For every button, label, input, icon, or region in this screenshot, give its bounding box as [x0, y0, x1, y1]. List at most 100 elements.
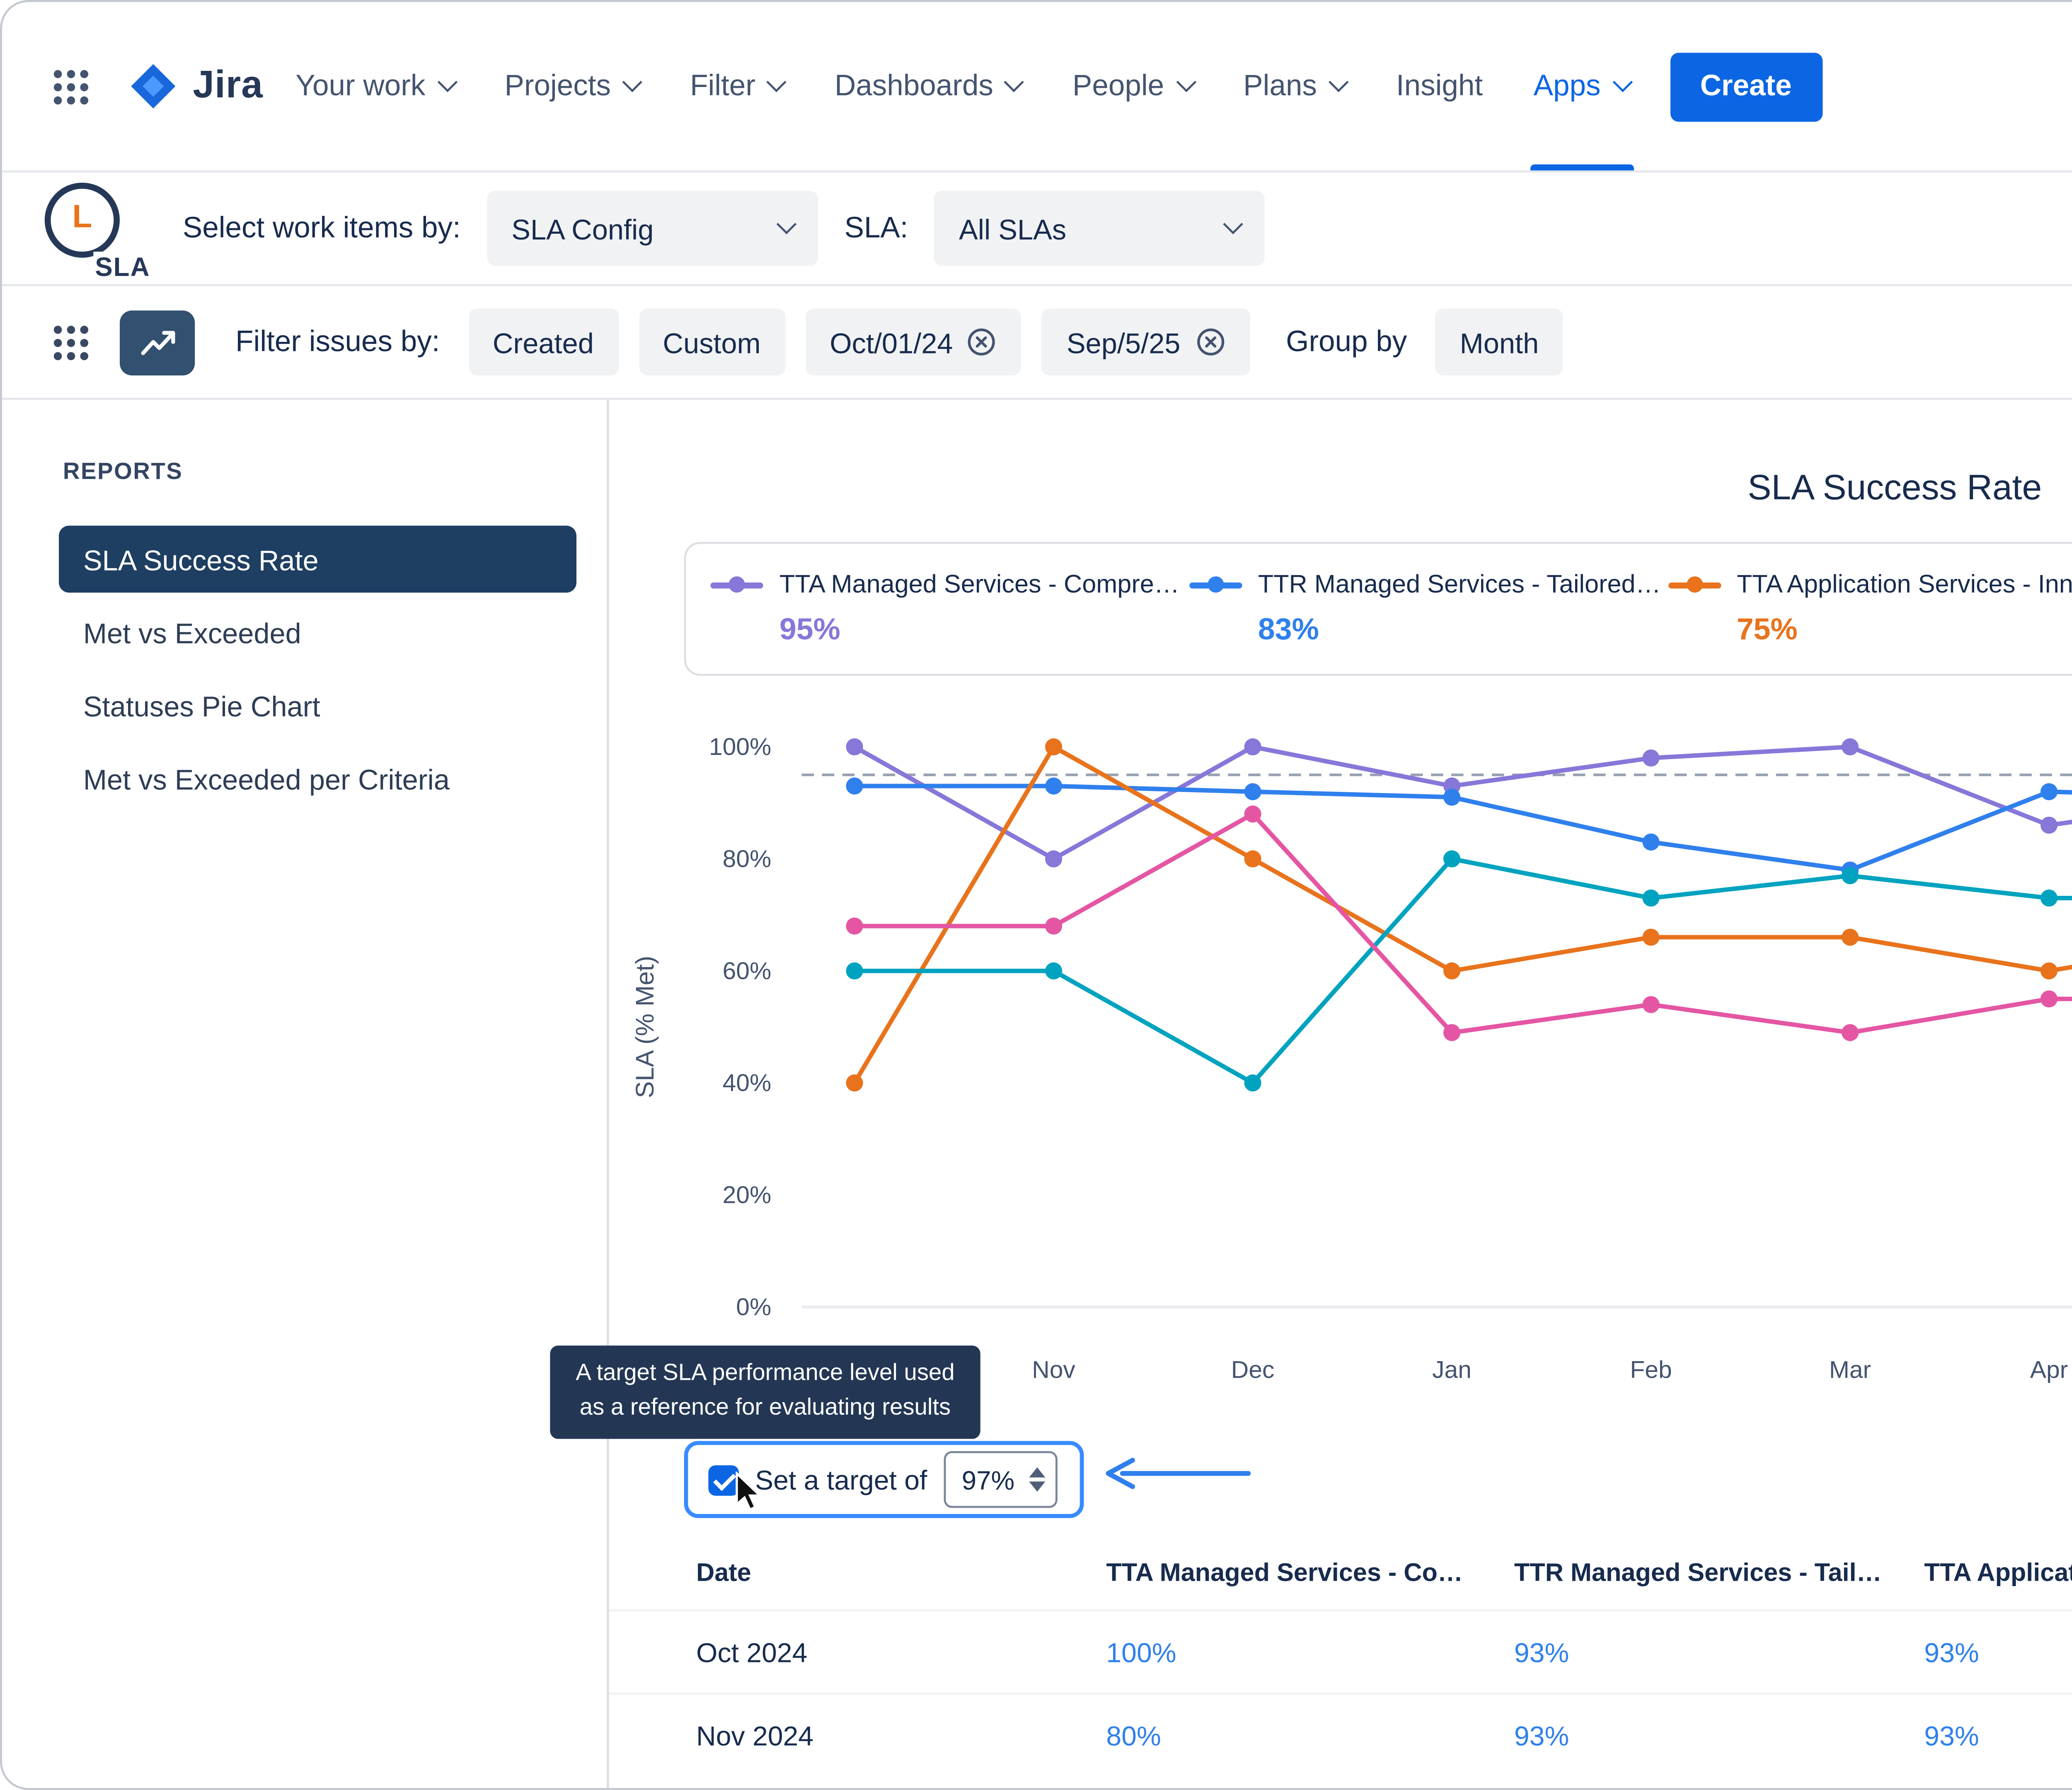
nav-item-apps[interactable]: Apps: [1534, 2, 1629, 171]
table-row: Nov 2024 80% 93% 93% 100% 60%: [609, 1693, 2072, 1776]
nav-item-plans[interactable]: Plans: [1243, 2, 1345, 171]
svg-text:80%: 80%: [723, 845, 772, 872]
svg-text:Jan: Jan: [1432, 1357, 1472, 1384]
sla-success-rate-chart: 0%20%40%60%80%100%97%OctNovDecJanFebMarA…: [609, 706, 2072, 1407]
svg-text:Apr: Apr: [2030, 1357, 2068, 1384]
target-tooltip: A target SLA performance level used as a…: [550, 1345, 980, 1439]
app-window: Jira Your work Projects Filter Dashboard…: [0, 0, 2072, 1790]
spinner-up-icon[interactable]: [1029, 1467, 1045, 1477]
work-items-dropdown-value: SLA Config: [511, 212, 654, 244]
create-button[interactable]: Create: [1670, 52, 1822, 121]
reports-heading: REPORTS: [63, 461, 607, 485]
target-checkbox[interactable]: [708, 1464, 738, 1495]
filter-bar: Filter issues by: Created Custom Oct/01/…: [2, 286, 2072, 400]
custom-filter-chip[interactable]: Custom: [639, 308, 785, 375]
table-header-row: Date TTA Managed Services - Compr… TTR M…: [609, 1536, 2072, 1609]
legend-marker: [1668, 581, 1720, 588]
sla-app-logo: L SLA: [43, 176, 156, 281]
table-cell-date: Oct 2024: [696, 1637, 1106, 1667]
chart-legend: TTA Managed Services - Compreh… 95% TTR …: [684, 542, 2072, 676]
table-header: TTA Application Services - Inno…: [1924, 1559, 2072, 1587]
nav-item-projects[interactable]: Projects: [504, 2, 639, 171]
sidebar-item-sla-success-rate[interactable]: SLA Success Rate: [59, 526, 576, 593]
chevron-down-icon: [1612, 72, 1632, 92]
nav-item-dashboards[interactable]: Dashboards: [835, 2, 1022, 171]
trend-chart-icon: [139, 328, 176, 356]
remove-filter-icon[interactable]: [967, 327, 997, 357]
filter-issues-label: Filter issues by:: [235, 326, 440, 358]
date-from-chip[interactable]: Oct/01/24: [805, 308, 1022, 375]
svg-text:20%: 20%: [723, 1182, 772, 1209]
nav-item-insight[interactable]: Insight: [1396, 2, 1483, 171]
chevron-down-icon: [777, 214, 796, 234]
svg-text:SLA (% Met): SLA (% Met): [631, 956, 659, 1098]
remove-filter-icon[interactable]: [1195, 327, 1225, 357]
target-label: Set a target of: [755, 1464, 927, 1495]
group-by-label: Group by: [1286, 326, 1407, 358]
sla-dropdown[interactable]: All SLAs: [934, 191, 1265, 266]
nav-item-your-work[interactable]: Your work: [295, 2, 454, 171]
table-row: Oct 2024 100% 93% 93% 40% 60%: [609, 1609, 2072, 1693]
spinner-controls: [1029, 1467, 1045, 1492]
table-cell-date: Nov 2024: [696, 1720, 1106, 1750]
select-work-items-label: Select work items by:: [183, 212, 461, 244]
chart-view-button[interactable]: [120, 310, 195, 375]
sla-table: Date TTA Managed Services - Compr… TTR M…: [609, 1536, 2072, 1776]
jira-logo[interactable]: Jira: [128, 61, 263, 111]
chevron-down-icon: [1175, 72, 1195, 92]
group-by-month-chip[interactable]: Month: [1435, 308, 1563, 375]
svg-text:Feb: Feb: [1630, 1357, 1672, 1384]
sidebar-item-met-vs-exceeded[interactable]: Met vs Exceeded: [59, 599, 576, 666]
svg-text:Mar: Mar: [1829, 1357, 1871, 1384]
table-cell-value[interactable]: 100%: [1106, 1637, 1514, 1667]
svg-text:60%: 60%: [723, 958, 772, 984]
content-area: REPORTS SLA Success Rate Met vs Exceeded…: [2, 400, 2072, 1790]
table-cell-value[interactable]: 93%: [1514, 1637, 1924, 1667]
svg-text:0%: 0%: [736, 1294, 771, 1321]
work-items-dropdown[interactable]: SLA Config: [487, 191, 818, 266]
legend-marker: [1189, 581, 1242, 588]
table-header: TTA Managed Services - Compr…: [1106, 1559, 1514, 1587]
chevron-down-icon: [1005, 72, 1024, 92]
legend-value: 75%: [1737, 613, 2072, 647]
reports-sidebar: REPORTS SLA Success Rate Met vs Exceeded…: [2, 400, 609, 1790]
sidebar-item-met-vs-exceeded-per-criteria[interactable]: Met vs Exceeded per Criteria: [59, 745, 576, 812]
sla-logo-clock-icon: L: [45, 181, 120, 256]
legend-item[interactable]: TTA Application Services - Innova… 75%: [1668, 570, 2072, 647]
jira-logo-text: Jira: [193, 64, 263, 109]
nav-item-filter[interactable]: Filter: [690, 2, 784, 171]
table-header: TTR Managed Services - Tailore…: [1514, 1559, 1924, 1587]
table-header: Date: [696, 1559, 1106, 1587]
sla-logo-text: SLA: [93, 251, 152, 281]
legend-item[interactable]: TTR Managed Services - Tailored I… 83%: [1189, 570, 1668, 647]
grid-view-button[interactable]: [43, 314, 99, 370]
mouse-cursor: [735, 1471, 769, 1516]
scale-wrapper: Jira Your work Projects Filter Dashboard…: [0, 0, 2072, 1790]
svg-text:Nov: Nov: [1032, 1357, 1075, 1384]
app-grid-icon: [51, 66, 91, 106]
date-to-chip[interactable]: Sep/5/25: [1042, 308, 1249, 375]
sla-app-header: L SLA Select work items by: SLA Config S…: [2, 172, 2072, 286]
sla-dropdown-value: All SLAs: [959, 212, 1066, 244]
table-cell-value[interactable]: 80%: [1106, 1720, 1514, 1750]
chart-title: SLA Success Rate: [609, 467, 2072, 510]
svg-text:100%: 100%: [709, 733, 771, 760]
legend-value: 95%: [779, 613, 1189, 647]
spinner-down-icon[interactable]: [1029, 1482, 1045, 1492]
app-switcher-button[interactable]: [43, 58, 99, 115]
table-cell-value[interactable]: 93%: [1924, 1637, 2072, 1667]
target-value-input[interactable]: 97%: [944, 1451, 1057, 1508]
top-nav-left: Jira Your work Projects Filter Dashboard…: [43, 2, 1822, 171]
nav-item-people[interactable]: People: [1072, 2, 1193, 171]
sidebar-item-statuses-pie-chart[interactable]: Statuses Pie Chart: [59, 672, 576, 739]
legend-item[interactable]: TTA Managed Services - Compreh… 95%: [710, 570, 1189, 647]
created-filter-chip[interactable]: Created: [468, 308, 618, 375]
chevron-down-icon: [622, 72, 642, 92]
report-main: SLA Success Rate TTA Managed Services - …: [609, 400, 2072, 1790]
table-cell-value[interactable]: 93%: [1924, 1720, 2072, 1750]
chevron-down-icon: [1224, 214, 1244, 234]
table-cell-value[interactable]: 93%: [1514, 1720, 1924, 1750]
top-nav: Jira Your work Projects Filter Dashboard…: [2, 2, 2072, 172]
legend-value: 83%: [1258, 613, 1668, 647]
grid-icon: [51, 322, 91, 362]
